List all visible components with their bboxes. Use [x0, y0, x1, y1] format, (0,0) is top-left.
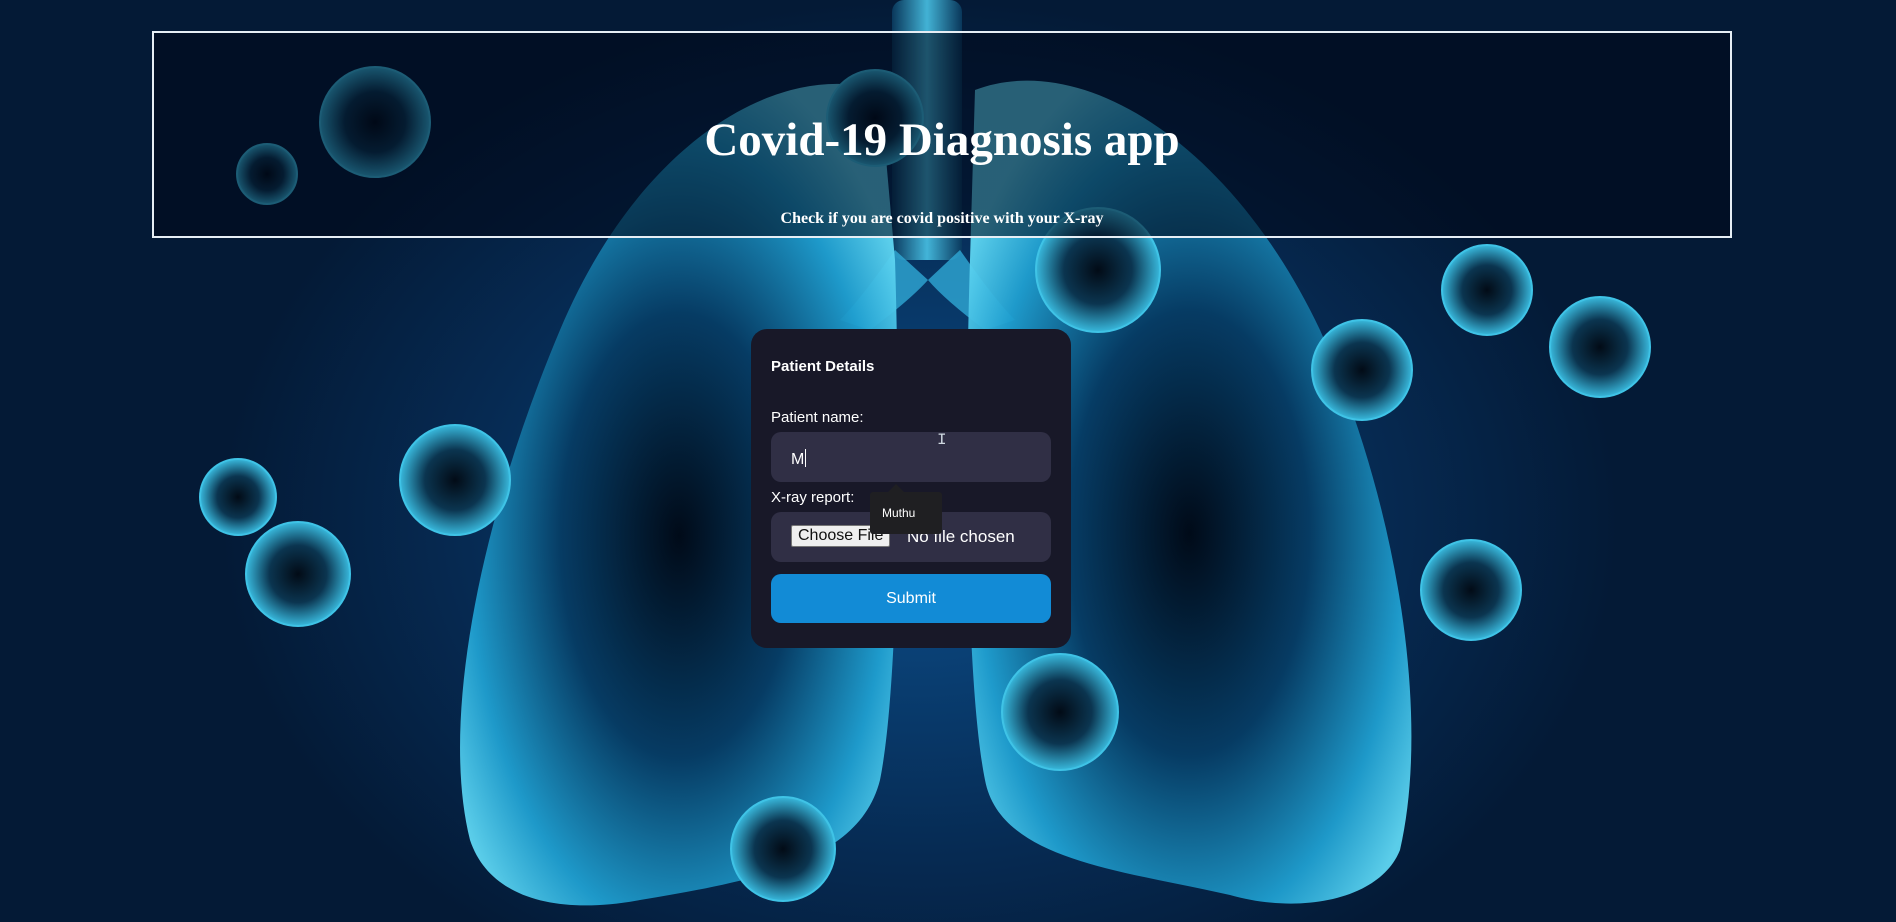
page-background: Covid-19 Diagnosis app Check if you are …: [0, 0, 1896, 922]
submit-button[interactable]: Submit: [771, 574, 1051, 623]
card-heading: Patient Details: [771, 358, 875, 375]
patient-name-label: Patient name:: [771, 409, 864, 426]
patient-name-field[interactable]: M: [771, 432, 1051, 482]
header-banner: Covid-19 Diagnosis app Check if you are …: [152, 31, 1732, 238]
patient-name-value: M: [791, 451, 805, 468]
page-subtitle: Check if you are covid positive with you…: [780, 210, 1104, 227]
page-title: Covid-19 Diagnosis app: [704, 114, 1180, 166]
autocomplete-suggestion[interactable]: Muthu: [870, 484, 942, 534]
autocomplete-suggestion-text: Muthu: [882, 506, 916, 520]
text-cursor-icon: I: [937, 431, 947, 449]
patient-details-card: Patient Details Patient name: M X-ray re…: [751, 329, 1071, 648]
text-caret: [805, 449, 807, 467]
xray-report-label: X-ray report:: [771, 489, 855, 506]
